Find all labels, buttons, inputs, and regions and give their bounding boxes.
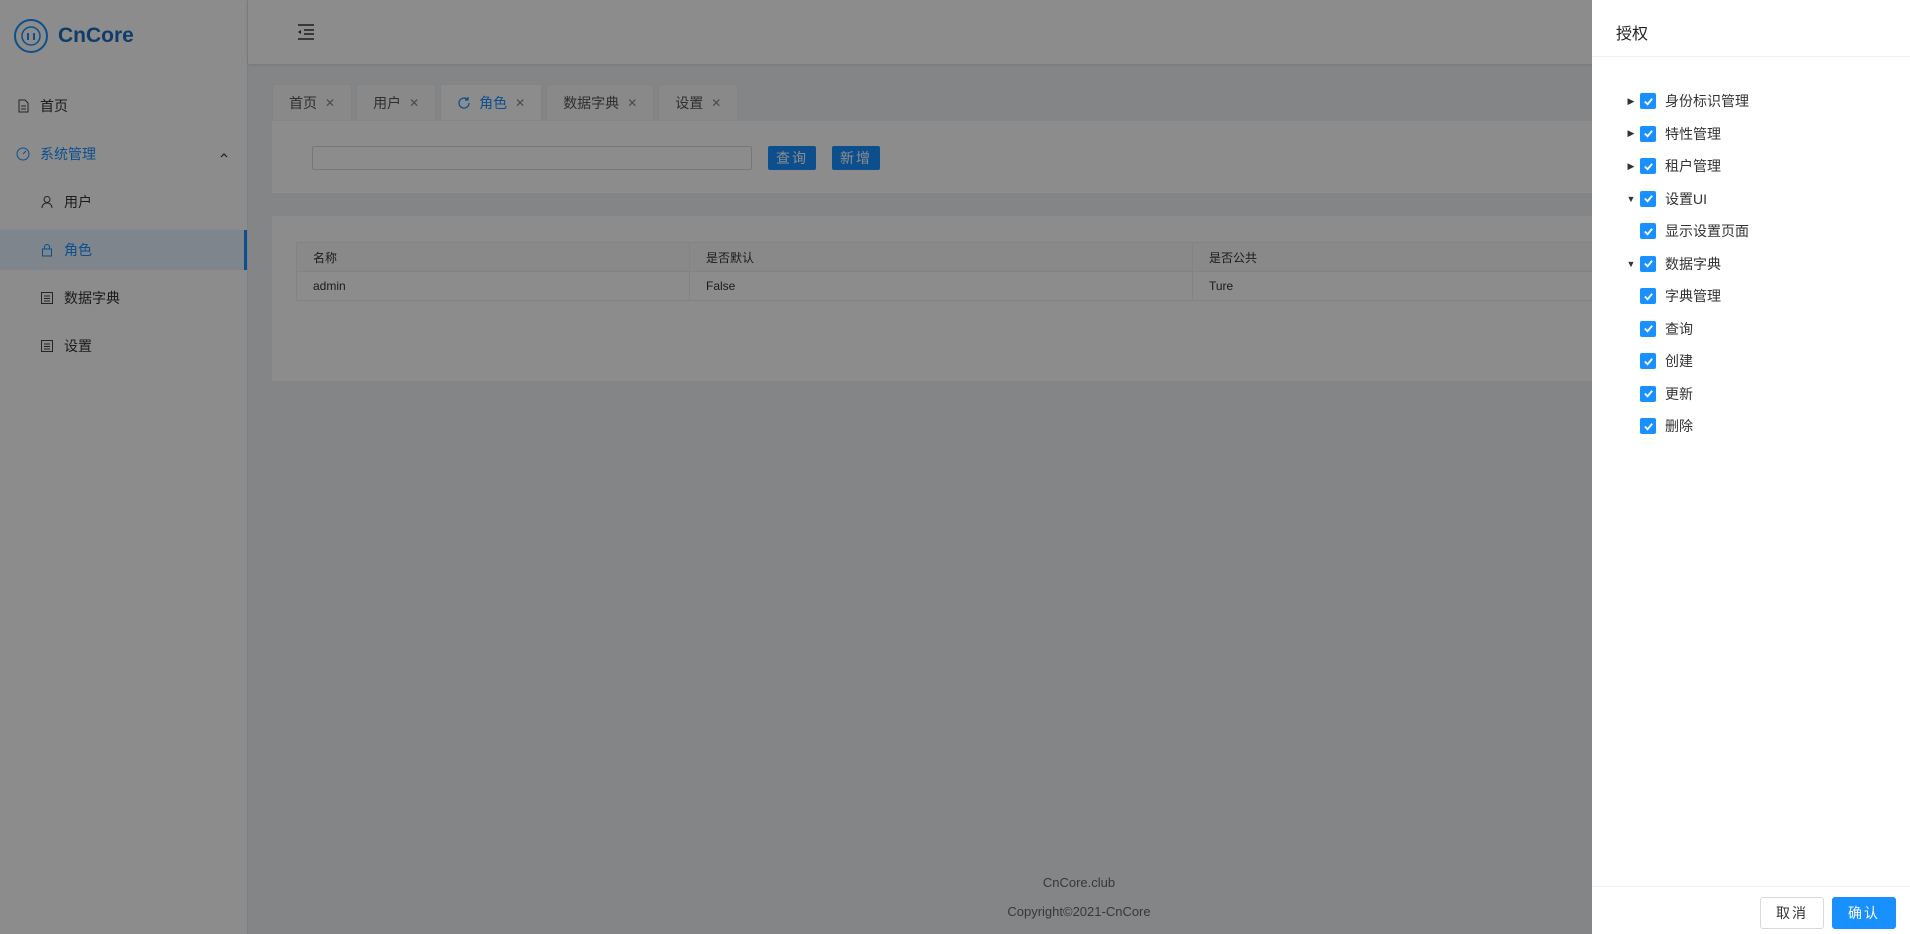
cancel-button[interactable]: 取消: [1760, 897, 1824, 929]
tree-node[interactable]: ▶ 身份标识管理: [1622, 85, 1910, 118]
checkbox-checked[interactable]: [1640, 353, 1656, 370]
tree-node-label: 特性管理: [1665, 125, 1721, 142]
tree-node-label: 删除: [1665, 418, 1693, 435]
tree-node-label: 租户管理: [1665, 158, 1721, 175]
caret-down-icon[interactable]: ▼: [1622, 257, 1640, 271]
tree-node[interactable]: 更新: [1622, 378, 1910, 411]
tree-node[interactable]: ▶ 特性管理: [1622, 118, 1910, 151]
checkbox-checked[interactable]: [1640, 288, 1656, 305]
tree-node-label: 身份标识管理: [1665, 93, 1749, 110]
tree-node[interactable]: 创建: [1622, 345, 1910, 378]
checkbox-checked[interactable]: [1640, 320, 1656, 337]
checkbox-checked[interactable]: [1640, 125, 1656, 142]
tree-node[interactable]: ▼ 设置UI: [1622, 183, 1910, 216]
tree-node-label: 字典管理: [1665, 288, 1721, 305]
authorize-drawer: 授权 ▶ 身份标识管理 ▶ 特性管理 ▶ 租户管理 ▼ 设置UI 显示设置页面 …: [1592, 0, 1910, 934]
tree-node[interactable]: ▼ 数据字典: [1622, 248, 1910, 281]
checkbox-checked[interactable]: [1640, 93, 1656, 110]
checkbox-checked[interactable]: [1640, 223, 1656, 240]
caret-down-icon[interactable]: ▼: [1622, 192, 1640, 206]
caret-right-icon[interactable]: ▶: [1622, 127, 1640, 141]
checkbox-checked[interactable]: [1640, 418, 1656, 435]
tree-node[interactable]: 查询: [1622, 313, 1910, 346]
tree-node[interactable]: ▶ 租户管理: [1622, 150, 1910, 183]
checkbox-checked[interactable]: [1640, 190, 1656, 207]
tree-node-label: 显示设置页面: [1665, 223, 1749, 240]
drawer-footer: 取消 确认: [1592, 886, 1910, 934]
permission-tree: ▶ 身份标识管理 ▶ 特性管理 ▶ 租户管理 ▼ 设置UI 显示设置页面 ▼ 数…: [1592, 57, 1910, 443]
caret-right-icon[interactable]: ▶: [1622, 159, 1640, 173]
drawer-title: 授权: [1592, 0, 1910, 57]
tree-node[interactable]: 字典管理: [1622, 280, 1910, 313]
tree-node-label: 查询: [1665, 320, 1693, 337]
tree-node-label: 创建: [1665, 353, 1693, 370]
confirm-button[interactable]: 确认: [1832, 897, 1896, 929]
tree-node-label: 设置UI: [1665, 190, 1707, 207]
checkbox-checked[interactable]: [1640, 385, 1656, 402]
caret-right-icon[interactable]: ▶: [1622, 94, 1640, 108]
tree-node[interactable]: 删除: [1622, 410, 1910, 443]
checkbox-checked[interactable]: [1640, 158, 1656, 175]
tree-node-label: 更新: [1665, 385, 1693, 402]
tree-node-label: 数据字典: [1665, 255, 1721, 272]
tree-node[interactable]: 显示设置页面: [1622, 215, 1910, 248]
checkbox-checked[interactable]: [1640, 255, 1656, 272]
